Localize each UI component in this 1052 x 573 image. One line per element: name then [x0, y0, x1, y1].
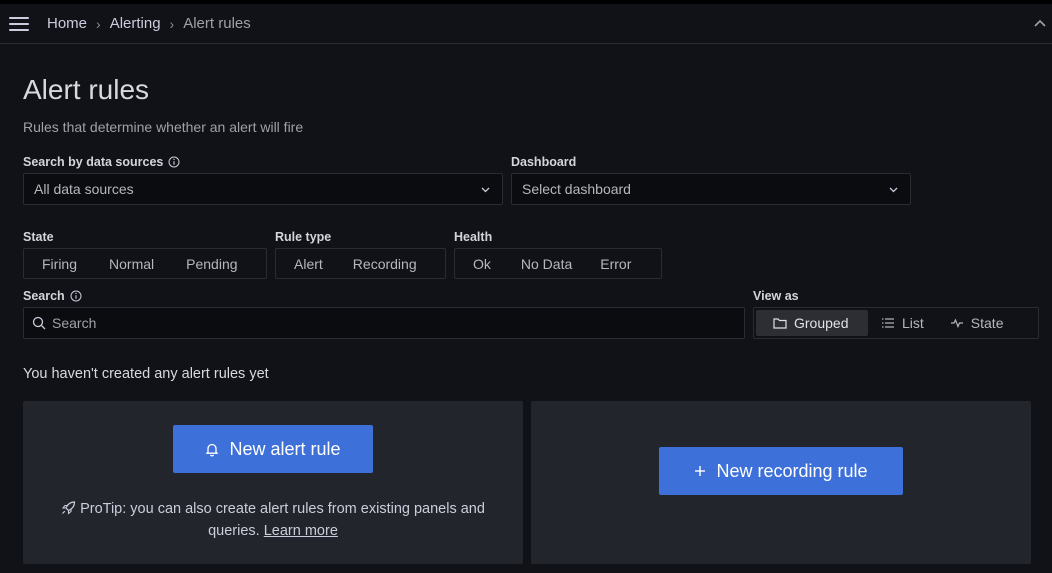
- dashboard-filter-label-text: Dashboard: [511, 155, 577, 169]
- page-title: Alert rules: [23, 74, 150, 105]
- health-filter-label-text: Health: [454, 230, 493, 244]
- rocket-icon: [61, 501, 76, 515]
- bell-icon: [206, 443, 219, 456]
- info-icon[interactable]: [168, 156, 180, 168]
- search-input[interactable]: [52, 315, 712, 331]
- health-option-error[interactable]: Error: [586, 250, 645, 277]
- datasource-select-value: All data sources: [34, 181, 134, 197]
- chevron-right-icon: ›: [169, 15, 175, 32]
- view-as-label: View as: [753, 289, 799, 303]
- page-subtitle: Rules that determine whether an alert wi…: [23, 119, 304, 135]
- breadcrumb-current: Alert rules: [183, 15, 251, 32]
- datasource-filter-label-text: Search by data sources: [23, 155, 164, 169]
- dashboard-select-placeholder: Select dashboard: [522, 181, 631, 197]
- new-alert-rule-button[interactable]: New alert rule: [173, 425, 373, 473]
- dashboard-filter-label: Dashboard: [511, 155, 576, 169]
- view-option-list[interactable]: List: [868, 310, 937, 336]
- rule-type-option-recording[interactable]: Recording: [339, 250, 431, 277]
- health-filter-group: Ok No Data Error: [454, 248, 662, 279]
- search-label: Search: [23, 289, 82, 303]
- view-as-group: Grouped List State: [753, 307, 1039, 339]
- datasource-select[interactable]: All data sources: [23, 173, 503, 205]
- dashboard-select[interactable]: Select dashboard: [511, 173, 911, 205]
- state-option-firing[interactable]: Firing: [26, 250, 93, 277]
- rule-type-filter-label: Rule type: [275, 230, 331, 244]
- rule-type-option-alert[interactable]: Alert: [278, 250, 339, 277]
- menu-icon[interactable]: [9, 17, 29, 31]
- search-icon: [32, 316, 46, 330]
- state-option-normal[interactable]: Normal: [93, 250, 170, 277]
- learn-more-link[interactable]: Learn more: [264, 523, 338, 539]
- search-label-text: Search: [23, 289, 65, 303]
- rule-type-filter-label-text: Rule type: [275, 230, 332, 244]
- health-filter-label: Health: [454, 230, 492, 244]
- folder-icon: [773, 318, 787, 329]
- view-option-state-label: State: [970, 315, 1004, 331]
- view-as-label-text: View as: [753, 289, 799, 303]
- state-option-pending[interactable]: Pending: [170, 250, 253, 277]
- health-option-no-data[interactable]: No Data: [507, 250, 586, 277]
- state-filter-label-text: State: [23, 230, 54, 244]
- chevron-up-icon[interactable]: [1034, 19, 1046, 27]
- view-option-state[interactable]: State: [937, 310, 1017, 336]
- breadcrumb-alerting[interactable]: Alerting: [110, 15, 161, 32]
- new-alert-rule-label: New alert rule: [229, 438, 341, 459]
- chevron-right-icon: ›: [96, 15, 101, 32]
- protip: ProTip: you can also create alert rules …: [23, 498, 523, 542]
- new-recording-rule-card: New recording rule: [531, 401, 1031, 564]
- top-bar: Home › Alerting › Alert rules: [0, 0, 1052, 44]
- view-option-grouped-label: Grouped: [794, 315, 849, 331]
- new-alert-rule-card: New alert rule ProTip: you can also crea…: [23, 401, 523, 564]
- breadcrumb-home[interactable]: Home: [47, 15, 87, 32]
- new-recording-rule-label: New recording rule: [716, 460, 868, 481]
- health-option-ok[interactable]: Ok: [457, 250, 507, 277]
- protip-text-line1: ProTip: you can also create alert rules …: [80, 501, 485, 517]
- plus-icon: [695, 466, 706, 476]
- new-recording-rule-button[interactable]: New recording rule: [659, 447, 903, 495]
- state-filter-group: Firing Normal Pending: [23, 248, 267, 279]
- breadcrumb: Home › Alerting › Alert rules: [47, 15, 251, 32]
- info-icon[interactable]: [70, 290, 82, 302]
- list-icon: [882, 318, 894, 328]
- chevron-down-icon: [889, 187, 898, 193]
- view-option-list-label: List: [902, 315, 924, 331]
- protip-text-line2: queries.: [208, 523, 260, 539]
- rule-type-filter-group: Alert Recording: [275, 248, 446, 279]
- empty-state-message: You haven't created any alert rules yet: [23, 366, 269, 382]
- search-field[interactable]: [23, 307, 745, 339]
- view-option-grouped[interactable]: Grouped: [756, 310, 868, 336]
- state-filter-label: State: [23, 230, 54, 244]
- heartbeat-icon: [950, 318, 963, 328]
- chevron-down-icon: [481, 187, 490, 193]
- datasource-filter-label: Search by data sources: [23, 155, 180, 169]
